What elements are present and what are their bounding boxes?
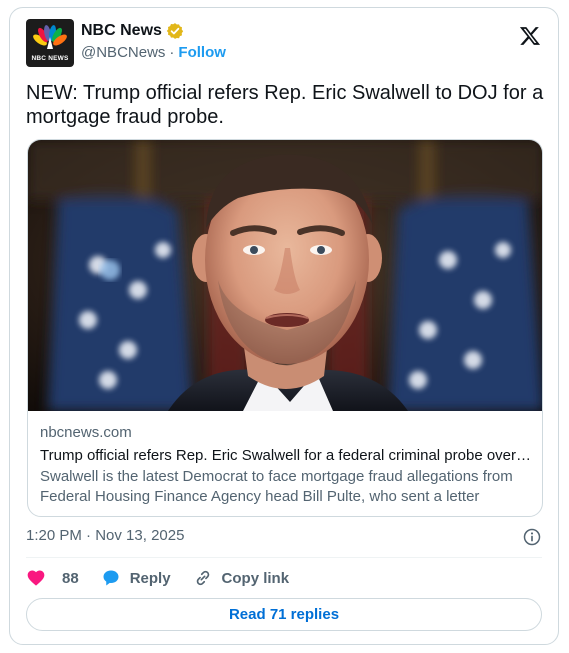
link-description: Swalwell is the latest Democrat to face … bbox=[40, 468, 513, 505]
post-text: NEW: Trump official refers Rep. Eric Swa… bbox=[26, 82, 544, 128]
read-replies-button[interactable]: Read 71 replies bbox=[26, 598, 542, 631]
verified-badge-icon bbox=[166, 23, 184, 39]
speech-bubble-icon bbox=[103, 570, 119, 586]
reply-label: Reply bbox=[129, 569, 171, 587]
post-time: 1:20 PM bbox=[26, 527, 82, 544]
copy-link-button[interactable]: Copy link bbox=[193, 568, 290, 588]
handle-line: @NBCNews · Follow bbox=[81, 44, 226, 61]
handle[interactable]: @NBCNews bbox=[81, 44, 165, 61]
link-preview-card[interactable]: nbcnews.com Trump official refers Rep. E… bbox=[27, 139, 543, 517]
post-timestamp[interactable]: 1:20 PM · Nov 13, 2025 bbox=[26, 527, 184, 544]
avatar[interactable]: NBC NEWS bbox=[26, 19, 74, 67]
embedded-post-card: NBC NEWS NBC News @NBCNews · Follow NEW:… bbox=[9, 7, 559, 645]
post-date: Nov 13, 2025 bbox=[95, 527, 185, 544]
link-icon bbox=[196, 570, 209, 586]
timestamp-separator: · bbox=[81, 527, 96, 544]
info-icon[interactable] bbox=[522, 527, 542, 547]
avatar-label: NBC NEWS bbox=[31, 55, 69, 62]
nbc-peacock-logo bbox=[33, 25, 67, 49]
x-logo-icon[interactable] bbox=[519, 25, 541, 47]
link-preview-body: nbcnews.com Trump official refers Rep. E… bbox=[40, 423, 532, 507]
article-photo bbox=[28, 140, 542, 411]
heart-icon bbox=[27, 570, 45, 586]
separator-dot: · bbox=[169, 44, 175, 61]
follow-button[interactable]: Follow bbox=[178, 44, 226, 61]
like-count: 88 bbox=[62, 569, 79, 587]
copy-link-label: Copy link bbox=[221, 569, 290, 587]
name-line: NBC News bbox=[81, 22, 184, 40]
link-domain: nbcnews.com bbox=[40, 424, 132, 441]
post-header: NBC NEWS NBC News @NBCNews · Follow bbox=[26, 19, 542, 67]
action-bar: 88 Reply Copy link bbox=[26, 566, 311, 590]
reply-button[interactable]: Reply bbox=[101, 568, 171, 588]
link-title[interactable]: Trump official refers Rep. Eric Swalwell… bbox=[40, 446, 532, 466]
like-button[interactable]: 88 bbox=[26, 568, 79, 588]
display-name[interactable]: NBC News bbox=[81, 22, 162, 40]
divider bbox=[26, 557, 542, 558]
